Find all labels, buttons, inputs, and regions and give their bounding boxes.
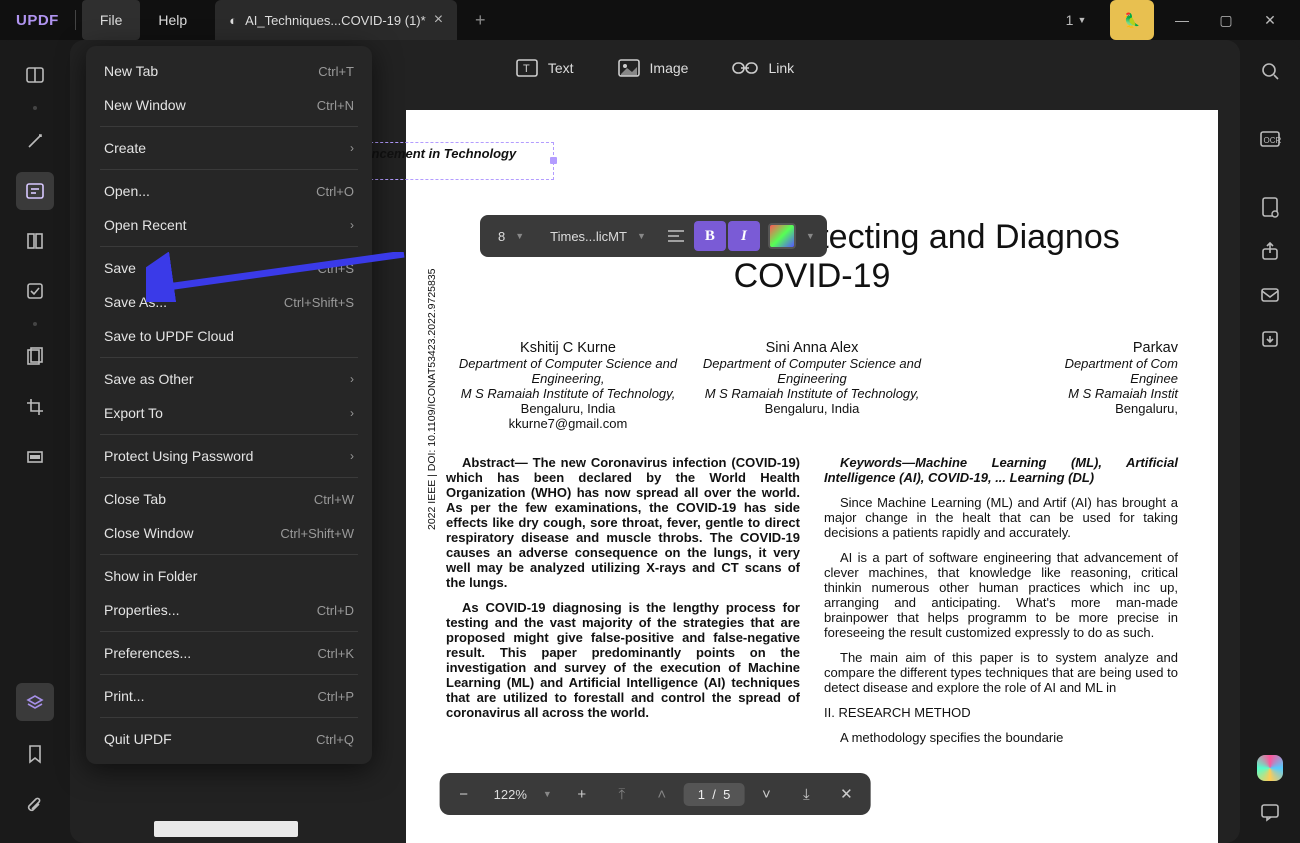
close-nav-button[interactable]: ✕ <box>828 776 864 812</box>
file-menu-open-recent[interactable]: Open Recent› <box>86 208 372 242</box>
doi-text: 2022 IEEE | DOI: 10.1109/ICONAT53423.202… <box>426 268 438 530</box>
last-page-button[interactable]: ⤓ <box>788 776 824 812</box>
new-tab-button[interactable]: + <box>475 10 486 31</box>
body-columns: Abstract— The new Coronavirus infection … <box>446 455 1178 745</box>
page-indicator[interactable]: 1 / 5 <box>684 783 745 806</box>
separator <box>75 10 76 30</box>
share-icon[interactable] <box>1253 234 1287 268</box>
svg-text:T: T <box>523 63 530 75</box>
right-sidebar: OCR <box>1240 40 1300 843</box>
edit-image-button[interactable]: Image <box>618 58 689 78</box>
file-menu-close-window[interactable]: Close WindowCtrl+Shift+W <box>86 516 372 550</box>
zoom-level[interactable]: 122%▼ <box>486 787 560 802</box>
file-menu-show-in-folder[interactable]: Show in Folder <box>86 559 372 593</box>
email-icon[interactable] <box>1253 278 1287 312</box>
redact-tool-icon[interactable] <box>16 438 54 476</box>
file-menu-new-tab[interactable]: New TabCtrl+T <box>86 54 372 88</box>
file-menu-properties-[interactable]: Properties...Ctrl+D <box>86 593 372 627</box>
prev-page-button[interactable]: ˄ <box>644 776 680 812</box>
reader-tool-icon[interactable] <box>16 56 54 94</box>
file-menu-open-[interactable]: Open...Ctrl+O <box>86 174 372 208</box>
file-menu-print-[interactable]: Print...Ctrl+P <box>86 679 372 713</box>
crop-tool-icon[interactable] <box>16 388 54 426</box>
font-family-select[interactable]: Times...licMT▼ <box>538 215 658 257</box>
tab-icon: ◐ <box>229 13 237 28</box>
file-menu-protect-using-password[interactable]: Protect Using Password› <box>86 439 372 473</box>
file-menu-quit-updf[interactable]: Quit UPDFCtrl+Q <box>86 722 372 756</box>
zoom-out-button[interactable]: − <box>446 776 482 812</box>
file-menu-export-to[interactable]: Export To› <box>86 396 372 430</box>
file-menu-new-window[interactable]: New WindowCtrl+N <box>86 88 372 122</box>
ai-assistant-icon[interactable] <box>1257 755 1283 781</box>
file-menu-create[interactable]: Create› <box>86 131 372 165</box>
edit-link-button[interactable]: Link <box>732 60 794 76</box>
authors-block: Kshitij C Kurne Department of Computer S… <box>446 340 1178 431</box>
text-format-toolbar: 8▼ Times...licMT▼ B I ▼ <box>480 215 827 257</box>
page-display-icon[interactable] <box>1253 190 1287 224</box>
save-cloud-icon[interactable] <box>1253 322 1287 356</box>
attachment-icon[interactable] <box>16 787 54 825</box>
thumbnail-strip[interactable] <box>154 821 298 837</box>
edit-tool-icon[interactable] <box>16 172 54 210</box>
italic-button[interactable]: I <box>728 221 760 251</box>
next-page-button[interactable]: ˅ <box>748 776 784 812</box>
page-navigation: − 122%▼ + ⤒ ˄ 1 / 5 ˅ ⤓ ✕ <box>440 773 871 815</box>
ocr-icon[interactable]: OCR <box>1253 122 1287 156</box>
close-tab-icon[interactable]: × <box>434 11 443 29</box>
comment-tool-icon[interactable] <box>16 122 54 160</box>
menu-help[interactable]: Help <box>140 0 205 40</box>
svg-text:OCR: OCR <box>1264 136 1282 145</box>
bold-button[interactable]: B <box>694 221 726 251</box>
file-menu-preferences-[interactable]: Preferences...Ctrl+K <box>86 636 372 670</box>
file-menu-close-tab[interactable]: Close TabCtrl+W <box>86 482 372 516</box>
layers-icon[interactable] <box>16 683 54 721</box>
file-menu-dropdown: New TabCtrl+TNew WindowCtrl+N Create› Open… <box>86 46 372 764</box>
align-button[interactable] <box>660 221 692 251</box>
profile-avatar[interactable]: 🦜 <box>1110 0 1154 40</box>
file-menu-save-as-[interactable]: Save As...Ctrl+Shift+S <box>86 285 372 319</box>
bookmark-icon[interactable] <box>16 735 54 773</box>
document-tab[interactable]: ◐ AI_Techniques...COVID-19 (1)* × <box>215 0 457 40</box>
color-button[interactable]: ▼ <box>762 215 821 257</box>
minimize-button[interactable]: — <box>1160 0 1204 40</box>
edit-text-button[interactable]: TText <box>516 58 574 78</box>
account-dropdown[interactable]: 1▼ <box>1054 0 1098 40</box>
menu-file[interactable]: File <box>82 0 141 40</box>
organize-tool-icon[interactable] <box>16 222 54 260</box>
font-size-select[interactable]: 8▼ <box>486 215 536 257</box>
chat-icon[interactable] <box>1253 795 1287 829</box>
file-menu-save-as-other[interactable]: Save as Other› <box>86 362 372 396</box>
app-logo: UPDF <box>16 12 59 29</box>
first-page-button[interactable]: ⤒ <box>604 776 640 812</box>
left-sidebar <box>0 40 70 843</box>
pages-tool-icon[interactable] <box>16 338 54 376</box>
search-icon[interactable] <box>1253 54 1287 88</box>
close-window-button[interactable]: ✕ <box>1248 0 1292 40</box>
tab-title: AI_Techniques...COVID-19 (1)* <box>245 13 426 28</box>
file-menu-save-to-updf-cloud[interactable]: Save to UPDF Cloud <box>86 319 372 353</box>
file-menu-save[interactable]: SaveCtrl+S <box>86 251 372 285</box>
maximize-button[interactable]: ▢ <box>1204 0 1248 40</box>
zoom-in-button[interactable]: + <box>564 776 600 812</box>
form-tool-icon[interactable] <box>16 272 54 310</box>
